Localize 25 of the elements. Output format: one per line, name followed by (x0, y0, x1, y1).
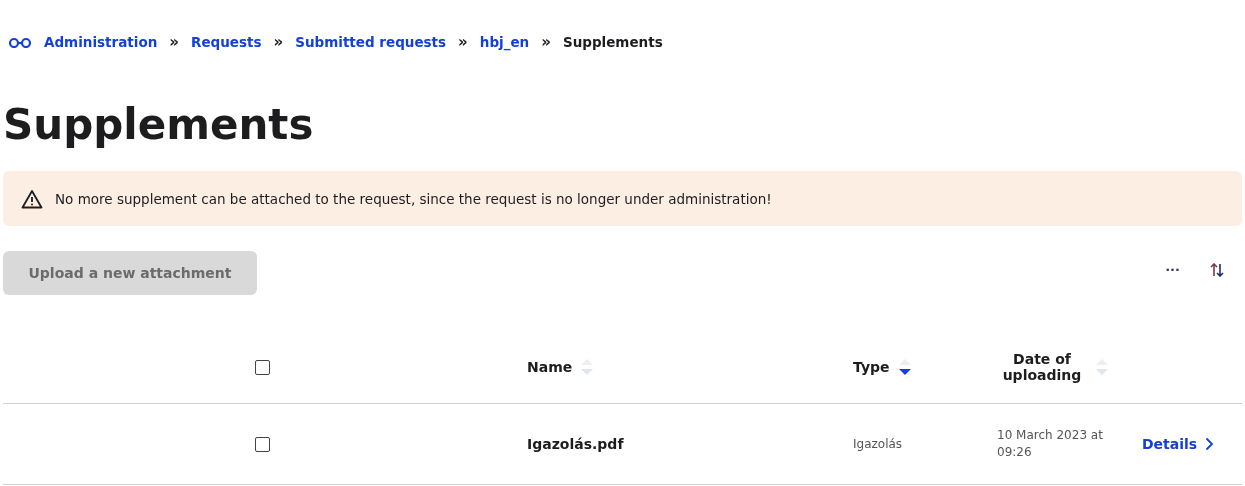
select-all-checkbox[interactable] (255, 359, 270, 375)
breadcrumb-separator: » (169, 33, 179, 51)
breadcrumb-link[interactable]: Requests (191, 34, 262, 50)
row-checkbox[interactable] (255, 436, 270, 452)
breadcrumb-separator: » (458, 33, 468, 51)
glasses-icon (8, 36, 32, 48)
page-title: Supplements (3, 100, 315, 149)
breadcrumb-separator: » (541, 33, 551, 51)
column-header[interactable]: Type (853, 359, 997, 375)
alert-text: No more supplement can be attached to the request, since the request is no longer under administration! (55, 190, 772, 207)
breadcrumb-link[interactable]: hbj_en (479, 34, 530, 50)
more-button[interactable]: ··· (1165, 262, 1180, 277)
breadcrumb-link[interactable]: Submitted requests (295, 34, 447, 50)
breadcrumb-separator: » (273, 33, 284, 51)
breadcrumb-link[interactable]: Supplements (562, 34, 663, 50)
chevron-right-icon (1205, 437, 1215, 451)
upload-date: 10 March 2023 at 09:26 (997, 427, 1104, 461)
file-name: Igazolás.pdf (527, 436, 625, 452)
sort-icon[interactable] (1210, 262, 1224, 277)
details-link[interactable]: Details (1142, 436, 1242, 452)
column-header[interactable]: Name (527, 359, 853, 375)
warning-icon (21, 188, 43, 209)
file-type: Igazolás (853, 437, 904, 451)
breadcrumb-link[interactable]: Administration (44, 34, 158, 50)
column-header[interactable]: Date of uploading (997, 351, 1142, 383)
